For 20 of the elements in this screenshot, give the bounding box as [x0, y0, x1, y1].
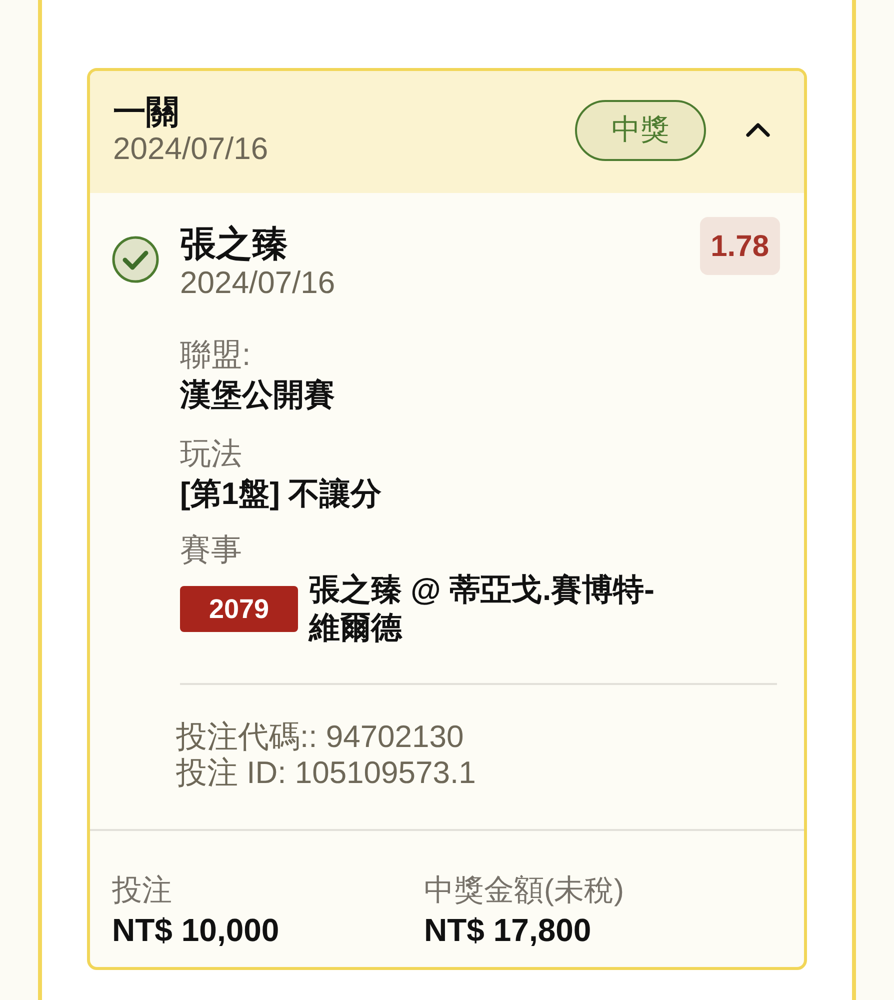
- odds-value: 1.78: [700, 217, 780, 275]
- field-value: [第1盤] 不讓分: [180, 475, 382, 513]
- field-label: 賽事: [180, 531, 243, 569]
- field-label: 聯盟:: [180, 336, 252, 374]
- bet-reference: 投注 ID: 105109573.1: [176, 755, 477, 791]
- total-amount: NT$ 17,800: [424, 911, 592, 949]
- player-name: 張之臻: [180, 223, 289, 265]
- total-label: 投注: [112, 873, 173, 909]
- event-code-tag: 2079: [180, 586, 298, 632]
- event-name: 張之臻 @ 蒂亞戈.賽博特-維爾德: [309, 571, 656, 647]
- bet-reference: 投注代碼:: 94702130: [176, 719, 465, 755]
- selection-date: 2024/07/16: [180, 265, 336, 301]
- status-badge: 中獎: [575, 100, 706, 160]
- field-value: 漢堡公開賽: [180, 376, 336, 414]
- total-amount: NT$ 10,000: [112, 911, 280, 949]
- card-date: 2024/07/16: [113, 131, 270, 167]
- chevron-up-icon: [746, 122, 770, 138]
- card-title: 一關: [113, 93, 180, 131]
- field-label: 玩法: [180, 435, 243, 473]
- total-label: 中獎金額(未稅): [424, 873, 625, 909]
